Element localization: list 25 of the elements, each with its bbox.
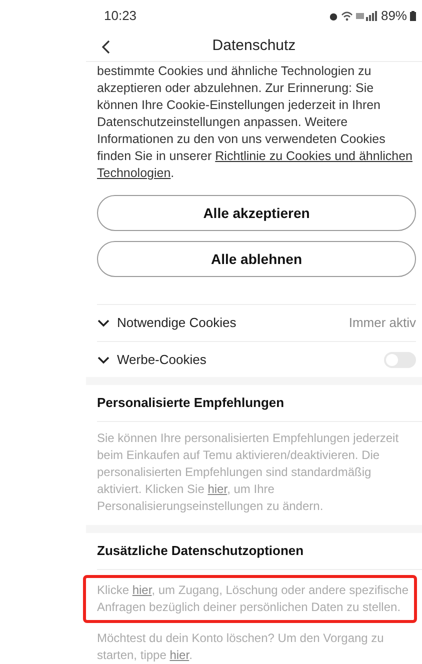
battery-icon [410, 11, 416, 21]
cookie-category[interactable]: Werbe-Cookies [117, 350, 206, 370]
cookie-category[interactable]: Notwendige Cookies [117, 313, 236, 333]
info-paragraph: Sie können Ihre personalisierten Empfehlungen jederzeit beim Einkaufen auf Temu aktivieren/deaktivieren. Die personalisierten Empfehlungen sind standardmäßig aktiviert. Klicken Sie hier, um Ihre Personalisierungseinstellungen zu ändern. [97, 430, 400, 515]
link[interactable]: hier [132, 583, 152, 597]
wifi-icon [340, 11, 353, 21]
status-time: 10:23 [104, 7, 137, 26]
link[interactable]: Technologien [97, 166, 171, 180]
consent-button[interactable]: Alle ablehnen [97, 241, 416, 277]
intro-paragraph: bestimmte Cookies und ähnliche Technologien zu akzeptieren oder abzulehnen. Zur Erinnerung: Sie können Ihre Cookie-Einstellungen jederzeit in Ihren Datenschutzeinstellungen anpassen. Weitere Informationen zu den von uns verwendeten Cookies finden Sie in unserer Richtlinie zu Cookies und ähnlichen Technologien. [97, 63, 414, 182]
page-title: Datenschutz [212, 36, 296, 56]
info-paragraph: Möchtest du dein Konto löschen? Um den Vorgang zu starten, tippe hier. [97, 630, 385, 664]
link[interactable]: hier [208, 482, 228, 496]
info-paragraph: Klicke hier, um Zugang, Löschung oder andere spezifische Anfragen bezüglich deiner persönlichen Daten zu stellen. [86, 578, 414, 620]
back-icon[interactable] [102, 40, 110, 54]
chevron-down-icon [97, 319, 110, 327]
consent-button[interactable]: Alle akzeptieren [97, 195, 416, 231]
chevron-down-icon [97, 356, 110, 364]
link[interactable]: hier [170, 648, 190, 662]
signal-icon [356, 11, 378, 21]
section-title: Zusätzliche Datenschutzoptionen [97, 542, 304, 560]
battery-level: 89% [380, 7, 407, 26]
link[interactable]: Richtlinie zu Cookies und ähnlichen [215, 149, 412, 163]
section-title: Personalisierte Empfehlungen [97, 394, 284, 412]
cookie-status: Immer aktiv [348, 314, 416, 332]
